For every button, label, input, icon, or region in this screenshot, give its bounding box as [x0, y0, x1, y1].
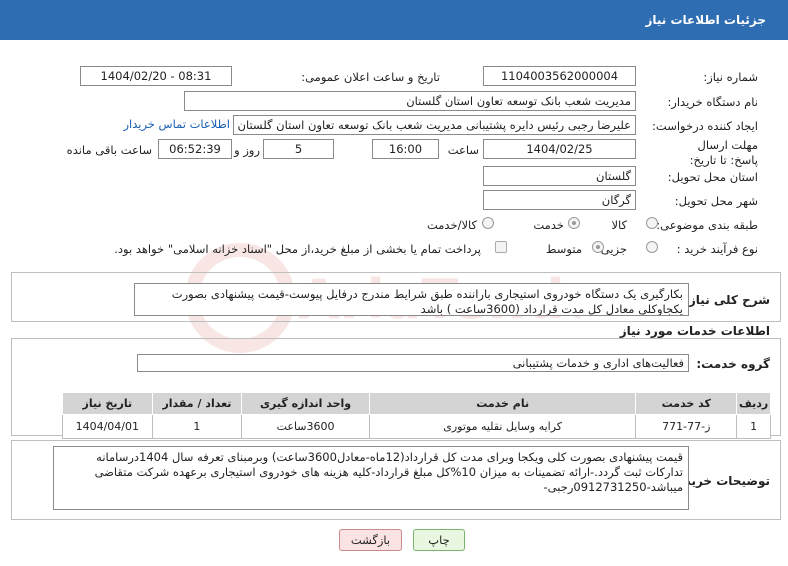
buyer-org-label: نام دستگاه خریدار:: [667, 95, 758, 109]
summary-textarea[interactable]: بکارگیری یک دستگاه خودروی استیجاری باران…: [134, 283, 689, 316]
service-group-field: فعالیت‌های اداری و خدمات پشتیبانی: [137, 354, 689, 372]
services-table-header: ردیف کد خدمت نام خدمت واحد اندازه گیری ت…: [62, 392, 771, 415]
buyer-org-field: مدیریت شعب بانک توسعه تعاون استان گلستان: [184, 91, 636, 111]
page-header: جزئیات اطلاعات نیاز: [0, 0, 788, 40]
col-header-code: کد خدمت: [635, 392, 738, 415]
back-button[interactable]: بازگشت: [339, 529, 402, 551]
summary-label: شرح کلی نیاز:: [684, 293, 770, 307]
cell-row-number: 1: [736, 414, 771, 439]
category-label: طبقه بندی موضوعی:: [656, 218, 758, 232]
col-header-unit: واحد اندازه گیری: [241, 392, 370, 415]
category-radio-service[interactable]: [568, 217, 580, 229]
col-header-date: تاریخ نیاز: [62, 392, 153, 415]
cell-need-date: 1404/04/01: [62, 414, 153, 439]
services-section-title: اطلاعات خدمات مورد نیاز: [619, 324, 770, 338]
city-field: گرگان: [483, 190, 636, 210]
days-label: روز و: [234, 143, 260, 157]
city-label: شهر محل تحویل:: [674, 194, 758, 208]
category-radio-goods[interactable]: [646, 217, 658, 229]
creator-label: ایجاد کننده درخواست:: [652, 119, 758, 133]
process-label: نوع فرآیند خرید :: [676, 242, 758, 256]
table-row: 1 ز-77-771 کرایه وسایل نقلیه موتوری 3600…: [62, 414, 771, 439]
services-table: ردیف کد خدمت نام خدمت واحد اندازه گیری ت…: [62, 392, 771, 439]
buyer-contact-link[interactable]: اطلاعات تماس خریدار: [123, 117, 230, 131]
page-title: جزئیات اطلاعات نیاز: [645, 13, 766, 27]
cell-service-name: کرایه وسایل نقلیه موتوری: [368, 414, 637, 439]
time-remaining-label: ساعت باقی مانده: [66, 143, 152, 157]
col-header-name: نام خدمت: [368, 392, 637, 415]
announce-date-field: 1404/02/20 - 08:31: [80, 66, 232, 86]
process-radio-minor[interactable]: [646, 241, 658, 253]
time-remaining-field: 06:52:39: [158, 139, 232, 159]
need-number-field: 1104003562000004: [483, 66, 636, 86]
col-header-row: ردیف: [736, 392, 771, 415]
cell-unit: 3600ساعت: [241, 414, 370, 439]
creator-field: علیرضا رجبی رئیس دایره پشتیبانی مدیریت ش…: [233, 115, 636, 135]
deadline-time-label: ساعت: [447, 143, 479, 157]
announce-date-label: تاریخ و ساعت اعلان عمومی:: [301, 70, 440, 84]
cell-service-code: ز-77-771: [635, 414, 738, 439]
days-remaining-field: 5: [263, 139, 334, 159]
process-option-medium: متوسط: [545, 242, 582, 256]
category-option-goods-service: کالا/خدمت: [426, 218, 477, 232]
category-radio-goods-service[interactable]: [482, 217, 494, 229]
cell-quantity: 1: [151, 414, 243, 439]
treasury-payment-checkbox[interactable]: [495, 241, 507, 253]
treasury-payment-note: پرداخت تمام یا بخشی از مبلغ خرید،از محل …: [114, 242, 481, 256]
buyer-notes-textarea[interactable]: قیمت پیشنهادی بصورت کلی ویکجا وبرای مدت …: [53, 446, 689, 510]
deadline-date-field: 1404/02/25: [483, 139, 636, 159]
process-radio-medium[interactable]: [592, 241, 604, 253]
service-group-label: گروه خدمت:: [696, 357, 770, 371]
deadline-time-field: 16:00: [372, 139, 439, 159]
print-button[interactable]: چاپ: [413, 529, 465, 551]
deadline-label: مهلت ارسال پاسخ: تا تاریخ:: [689, 138, 758, 167]
category-option-goods: کالا: [611, 218, 627, 232]
need-number-label: شماره نیاز:: [703, 70, 758, 84]
province-label: استان محل تحویل:: [667, 170, 758, 184]
province-field: گلستان: [483, 166, 636, 186]
category-option-service: خدمت: [533, 218, 564, 232]
process-option-minor: جزیی: [600, 242, 627, 256]
col-header-qty: تعداد / مقدار: [151, 392, 243, 415]
